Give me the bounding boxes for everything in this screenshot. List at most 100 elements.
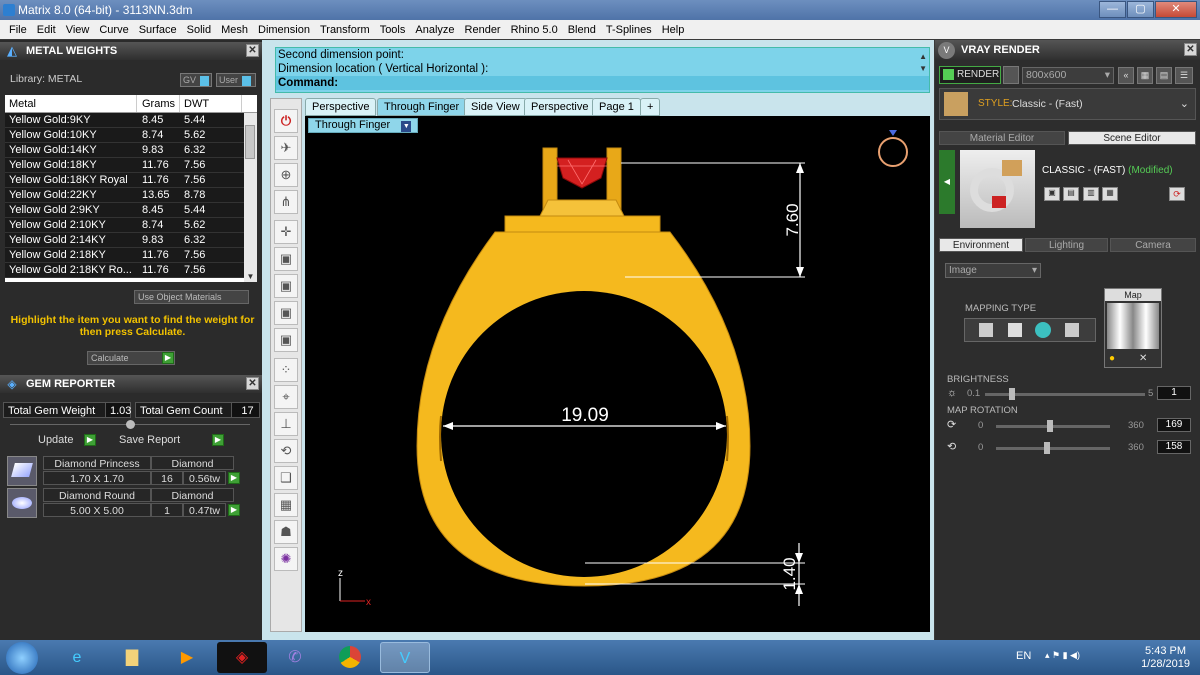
command-area[interactable]: Second dimension point: Dimension locati…: [275, 47, 930, 93]
reset-icon[interactable]: ⟳: [1169, 187, 1185, 201]
rotation2-slider-thumb[interactable]: [1044, 442, 1050, 454]
user-button[interactable]: User: [216, 73, 256, 87]
stop-icon[interactable]: ⏻: [274, 109, 298, 133]
table-row[interactable]: Yellow Gold 2:9KY 8.45 5.44: [5, 203, 257, 218]
menu-render[interactable]: Render: [460, 24, 506, 36]
maximize-button[interactable]: ▢: [1127, 1, 1154, 18]
table-row[interactable]: Yellow Gold:18KY Royal 11.76 7.56: [5, 173, 257, 188]
add-tab-button[interactable]: +: [640, 98, 661, 116]
style-selector[interactable]: STYLE: Classic - (Fast) ⌄: [939, 88, 1196, 120]
command-prompt[interactable]: Command:: [276, 76, 929, 90]
menu-tools[interactable]: Tools: [375, 24, 411, 36]
rotation1-value[interactable]: 169: [1157, 418, 1191, 432]
gem-go-icon[interactable]: ▶: [228, 472, 240, 484]
col-grams[interactable]: Grams: [137, 95, 180, 112]
box-icon-1[interactable]: ▣: [274, 247, 298, 271]
brightness-value[interactable]: 1: [1157, 386, 1191, 400]
menu-surface[interactable]: Surface: [134, 24, 182, 36]
box-icon-3[interactable]: ▣: [274, 301, 298, 325]
tab-material-editor[interactable]: Material Editor: [939, 131, 1065, 145]
environment-type-select[interactable]: Image ▾: [945, 263, 1041, 278]
minimize-button[interactable]: —: [1099, 1, 1126, 18]
tab-scene-editor[interactable]: Scene Editor: [1068, 131, 1196, 145]
tab-through-finger[interactable]: Through Finger: [377, 98, 467, 116]
network-icon[interactable]: ⋔: [274, 190, 298, 214]
table-row[interactable]: Yellow Gold 2:10KY 8.74 5.62: [5, 218, 257, 233]
table-row[interactable]: Yellow Gold:18KY 11.76 7.56: [5, 158, 257, 173]
spherical-mapping-icon[interactable]: [1035, 322, 1051, 338]
matrix-taskbar-icon[interactable]: V: [380, 642, 430, 673]
menu-help[interactable]: Help: [657, 24, 690, 36]
render-options-icon[interactable]: [1003, 66, 1019, 84]
export-icon[interactable]: ▦: [1102, 187, 1118, 201]
language-indicator[interactable]: EN: [1016, 650, 1031, 662]
gem-go-icon[interactable]: ▶: [228, 504, 240, 516]
box-icon-2[interactable]: ▣: [274, 274, 298, 298]
screen-mapping-icon[interactable]: [1065, 323, 1079, 337]
metal-table-scrollbar[interactable]: ▼: [244, 113, 257, 282]
menu-view[interactable]: View: [61, 24, 95, 36]
properties-icon[interactable]: ▦: [274, 493, 298, 517]
rotation1-slider-track[interactable]: [996, 425, 1110, 428]
gem-item-round[interactable]: Diamond Round Diamond 5.00 X 5.00 1 0.47…: [7, 488, 240, 518]
table-row[interactable]: Yellow Gold:10KY 8.74 5.62: [5, 128, 257, 143]
tab-page-1[interactable]: Page 1: [592, 98, 641, 116]
update-button[interactable]: Update: [38, 434, 73, 446]
rotation1-slider-thumb[interactable]: [1047, 420, 1053, 432]
save-icon[interactable]: ▣: [1044, 187, 1060, 201]
save-report-go-icon[interactable]: ▶: [212, 434, 224, 446]
list-icon[interactable]: ☰: [1175, 67, 1193, 84]
chrome-taskbar-icon[interactable]: [325, 642, 375, 673]
table-row[interactable]: Yellow Gold:14KY 9.83 6.32: [5, 143, 257, 158]
start-button[interactable]: [6, 642, 38, 674]
tray-icons[interactable]: ▴ ⚑ ▮ ◀): [1045, 650, 1080, 661]
menu-tsplines[interactable]: T-Splines: [601, 24, 657, 36]
col-dwt[interactable]: DWT: [180, 95, 242, 112]
rotation2-slider-track[interactable]: [996, 447, 1110, 450]
plugin-icon[interactable]: ✺: [274, 547, 298, 571]
menu-edit[interactable]: Edit: [32, 24, 61, 36]
media-taskbar-icon[interactable]: ▶: [162, 642, 212, 673]
import-icon[interactable]: ▥: [1083, 187, 1099, 201]
menu-analyze[interactable]: Analyze: [410, 24, 459, 36]
table-row[interactable]: Yellow Gold 2:18KY 11.76 7.56: [5, 248, 257, 263]
snap-icon[interactable]: ⌖: [274, 385, 298, 409]
gv-button[interactable]: GV: [180, 73, 212, 87]
expand-arrow-icon[interactable]: ◀: [939, 150, 955, 214]
rewind-icon[interactable]: «: [1118, 67, 1134, 84]
render-button[interactable]: RENDER: [939, 66, 1001, 84]
tab-lighting[interactable]: Lighting: [1025, 238, 1108, 252]
tab-perspective-2[interactable]: Perspective: [524, 98, 596, 116]
person-icon[interactable]: ☗: [274, 520, 298, 544]
viewport-label[interactable]: Through Finger ▼: [308, 118, 419, 133]
clock[interactable]: 5:43 PM 1/28/2019: [1141, 645, 1190, 671]
layout-icon[interactable]: ▤: [1156, 67, 1172, 84]
calculate-go-icon[interactable]: ▶: [162, 352, 174, 364]
menu-file[interactable]: File: [4, 24, 32, 36]
cube-mapping-icon[interactable]: [1008, 323, 1022, 337]
map-image-box[interactable]: Map ● ✕: [1104, 288, 1162, 368]
menu-transform[interactable]: Transform: [315, 24, 375, 36]
layers-icon[interactable]: ❑: [274, 466, 298, 490]
close-icon[interactable]: ✕: [1184, 43, 1197, 56]
resolution-select[interactable]: 800x600 ▾: [1022, 67, 1114, 84]
ie-taskbar-icon[interactable]: e: [52, 642, 102, 673]
brightness-slider-thumb[interactable]: [1009, 388, 1015, 400]
grid-points-icon[interactable]: ⁘: [274, 358, 298, 382]
menu-curve[interactable]: Curve: [94, 24, 133, 36]
globe-icon[interactable]: ⊕: [274, 163, 298, 187]
rotation2-value[interactable]: 158: [1157, 440, 1191, 454]
tab-side-view[interactable]: Side View: [464, 98, 527, 116]
grid-icon[interactable]: ▦: [1137, 67, 1153, 84]
menu-mesh[interactable]: Mesh: [216, 24, 253, 36]
save-as-icon[interactable]: ▤: [1063, 187, 1079, 201]
close-icon[interactable]: ✕: [246, 44, 259, 57]
viewport[interactable]: 7.60 19.09 1.40 z x: [305, 116, 930, 632]
table-row[interactable]: Yellow Gold:9KY 8.45 5.44: [5, 113, 257, 128]
viber-taskbar-icon[interactable]: ✆: [270, 642, 320, 673]
game-taskbar-icon[interactable]: ◈: [217, 642, 267, 673]
ortho-icon[interactable]: ⊥: [274, 412, 298, 436]
box-icon-4[interactable]: ▣: [274, 328, 298, 352]
update-go-icon[interactable]: ▶: [84, 434, 96, 446]
plane-icon[interactable]: ✈: [274, 136, 298, 160]
